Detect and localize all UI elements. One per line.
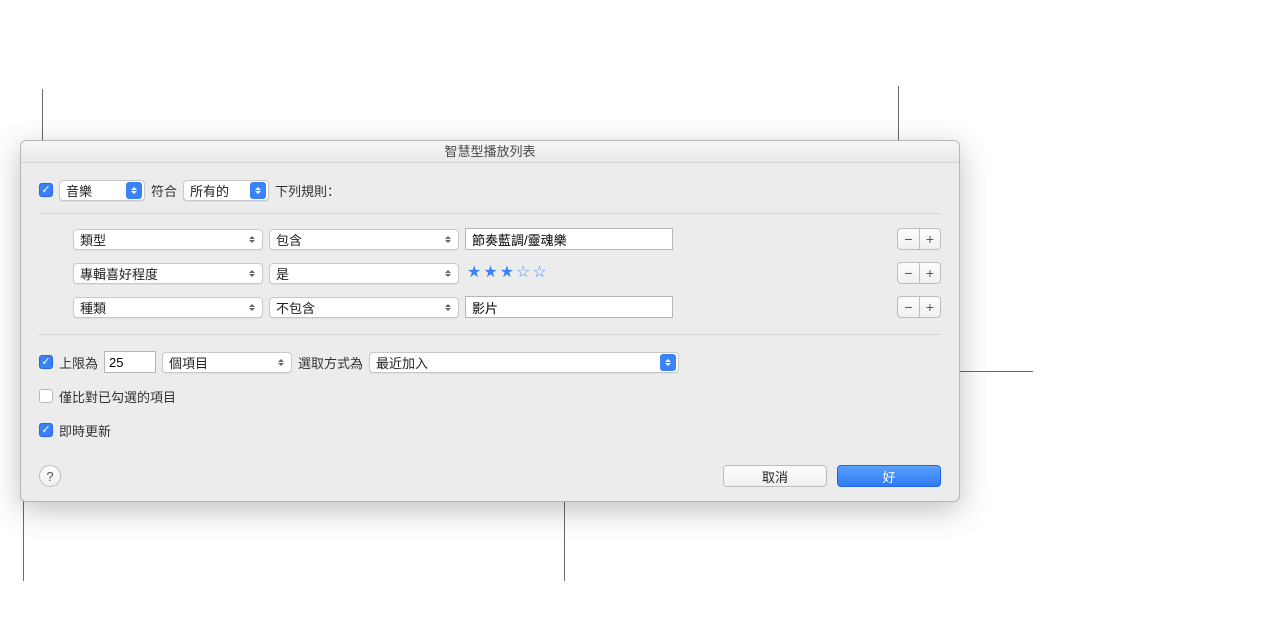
only-checked-checkbox[interactable] <box>39 389 53 403</box>
add-rule-button[interactable]: + <box>919 228 941 250</box>
star-outline-icon: ☆ <box>516 265 530 281</box>
star-icon: ★ <box>500 265 514 281</box>
rule-pm-group: − + <box>897 296 941 318</box>
only-checked-row: 僅比對已勾選的項目 <box>39 383 941 409</box>
rule-attribute-label: 專輯喜好程度 <box>80 264 158 283</box>
rule-operator-label: 包含 <box>276 230 302 249</box>
cancel-button[interactable]: 取消 <box>723 465 827 487</box>
popup-arrows-icon <box>660 354 676 371</box>
add-rule-button[interactable]: + <box>919 296 941 318</box>
rule-value-input[interactable] <box>465 228 673 250</box>
quantifier-popup[interactable]: 所有的 <box>183 180 269 201</box>
rule-operator-label: 不包含 <box>276 298 315 317</box>
rules-list: 類型 包含 − + 專輯喜好程度 <box>39 222 941 324</box>
limit-value-input[interactable] <box>104 351 156 373</box>
limit-label: 上限為 <box>59 353 98 372</box>
rule-attribute-popup[interactable]: 種類 <box>73 297 263 318</box>
popup-arrows-icon <box>126 182 142 199</box>
match-row: 音樂 符合 所有的 下列規則： <box>39 177 941 203</box>
rule-operator-popup[interactable]: 包含 <box>269 229 459 250</box>
star-icon: ★ <box>483 265 497 281</box>
popup-arrows-icon <box>273 354 289 371</box>
live-update-row: 即時更新 <box>39 417 941 443</box>
rule-star-rating[interactable]: ★ ★ ★ ☆ ☆ <box>465 265 673 281</box>
live-update-checkbox[interactable] <box>39 423 53 437</box>
select-by-popup[interactable]: 最近加入 <box>369 352 679 373</box>
popup-arrows-icon <box>244 299 260 316</box>
rule-pm-group: − + <box>897 228 941 250</box>
rule-operator-popup[interactable]: 不包含 <box>269 297 459 318</box>
select-by-value: 最近加入 <box>376 353 428 372</box>
divider <box>39 213 941 214</box>
limit-unit-label: 個項目 <box>169 353 208 372</box>
media-type-label: 音樂 <box>66 181 92 200</box>
popup-arrows-icon <box>250 182 266 199</box>
smart-playlist-dialog: 智慧型播放列表 音樂 符合 所有的 下列規則： 類型 <box>20 140 960 502</box>
star-outline-icon: ☆ <box>532 265 546 281</box>
remove-rule-button[interactable]: − <box>897 296 919 318</box>
rule-attribute-label: 種類 <box>80 298 106 317</box>
popup-arrows-icon <box>440 299 456 316</box>
rules-suffix-label: 下列規則： <box>275 181 340 200</box>
conform-label: 符合 <box>151 181 177 200</box>
select-by-label: 選取方式為 <box>298 353 363 372</box>
rule-attribute-label: 類型 <box>80 230 106 249</box>
popup-arrows-icon <box>440 231 456 248</box>
live-update-label: 即時更新 <box>59 421 111 440</box>
popup-arrows-icon <box>244 265 260 282</box>
rule-row: 類型 包含 − + <box>73 222 941 256</box>
match-checkbox[interactable] <box>39 183 53 197</box>
star-icon: ★ <box>467 265 481 281</box>
only-checked-label: 僅比對已勾選的項目 <box>59 387 176 406</box>
divider <box>39 334 941 335</box>
ok-button[interactable]: 好 <box>837 465 941 487</box>
rule-operator-popup[interactable]: 是 <box>269 263 459 284</box>
rule-row: 專輯喜好程度 是 ★ ★ ★ ☆ ☆ − + <box>73 256 941 290</box>
popup-arrows-icon <box>440 265 456 282</box>
help-button[interactable]: ? <box>39 465 61 487</box>
rule-attribute-popup[interactable]: 專輯喜好程度 <box>73 263 263 284</box>
dialog-footer: ? 取消 好 <box>39 443 941 487</box>
remove-rule-button[interactable]: − <box>897 228 919 250</box>
rule-value-input[interactable] <box>465 296 673 318</box>
limit-checkbox[interactable] <box>39 355 53 369</box>
quantifier-label: 所有的 <box>190 181 229 200</box>
limit-unit-popup[interactable]: 個項目 <box>162 352 292 373</box>
limit-row: 上限為 個項目 選取方式為 最近加入 <box>39 349 941 375</box>
rule-attribute-popup[interactable]: 類型 <box>73 229 263 250</box>
dialog-content: 音樂 符合 所有的 下列規則： 類型 包含 <box>21 163 959 501</box>
rule-pm-group: − + <box>897 262 941 284</box>
media-type-popup[interactable]: 音樂 <box>59 180 145 201</box>
remove-rule-button[interactable]: − <box>897 262 919 284</box>
rule-operator-label: 是 <box>276 264 289 283</box>
rule-row: 種類 不包含 − + <box>73 290 941 324</box>
dialog-title: 智慧型播放列表 <box>21 141 959 163</box>
popup-arrows-icon <box>244 231 260 248</box>
add-rule-button[interactable]: + <box>919 262 941 284</box>
